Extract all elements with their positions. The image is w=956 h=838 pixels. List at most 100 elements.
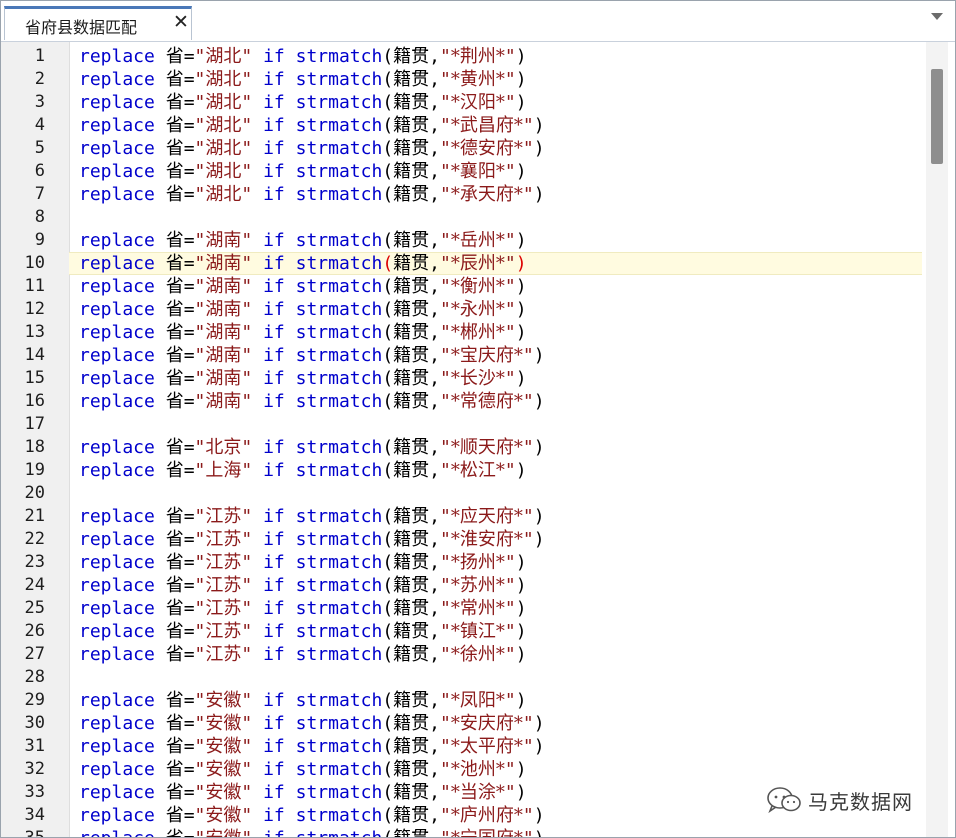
code-token: = — [183, 69, 195, 90]
code-token: 省 — [165, 713, 184, 734]
code-line[interactable]: 20 — [1, 482, 923, 505]
code-punct — [252, 828, 263, 837]
code-text: replace 省="湖南" if strmatch(籍贯,"*长沙*") — [79, 367, 527, 390]
code-token: 省 — [165, 46, 184, 67]
code-punct: ) — [515, 368, 527, 389]
code-punct: " — [194, 184, 206, 205]
code-punct: " — [194, 644, 206, 665]
code-punct: , — [429, 115, 440, 136]
code-text: replace 省="安徽" if strmatch(籍贯,"*池州*") — [79, 758, 527, 781]
code-punct — [252, 276, 263, 297]
code-line[interactable]: 9 replace 省="湖南" if strmatch(籍贯,"*岳州*") — [1, 229, 923, 252]
code-line[interactable]: 11 replace 省="湖南" if strmatch(籍贯,"*衡州*") — [1, 275, 923, 298]
line-number: 17 — [24, 414, 45, 434]
code-line[interactable]: 10 replace 省="湖南" if strmatch(籍贯,"*辰州*") — [1, 252, 923, 275]
tab-script[interactable]: 省府县数据匹配 ✕ — [4, 6, 192, 40]
code-token: 安徽 — [205, 828, 241, 837]
code-token: if — [263, 46, 285, 67]
code-line[interactable]: 4 replace 省="湖北" if strmatch(籍贯,"*武昌府*") — [1, 114, 923, 137]
code-punct: " — [194, 690, 206, 711]
code-punct: " — [440, 782, 451, 803]
code-token: *池州* — [450, 759, 505, 780]
code-line[interactable]: 6 replace 省="湖北" if strmatch(籍贯,"*襄阳*") — [1, 160, 923, 183]
code-punct: " — [195, 828, 206, 837]
code-line[interactable]: 12 replace 省="湖南" if strmatch(籍贯,"*永州*") — [1, 298, 923, 321]
code-punct: , — [429, 46, 440, 67]
code-token: = — [183, 506, 195, 527]
code-line[interactable]: 2 replace 省="湖北" if strmatch(籍贯,"*黄州*") — [1, 68, 923, 91]
code-line[interactable]: 27 replace 省="江苏" if strmatch(籍贯,"*徐州*") — [1, 643, 923, 666]
code-token: replace — [79, 552, 155, 573]
code-text: replace 省="湖南" if strmatch(籍贯,"*永州*") — [79, 298, 527, 321]
code-punct — [285, 391, 296, 412]
code-line[interactable]: 5 replace 省="湖北" if strmatch(籍贯,"*德安府*") — [1, 137, 923, 160]
close-icon[interactable]: ✕ — [173, 12, 189, 32]
code-token: strmatch — [295, 759, 383, 780]
code-punct: " — [440, 92, 451, 113]
code-text: replace 省="湖南" if strmatch(籍贯,"*常德府*") — [79, 390, 545, 413]
code-punct: " — [504, 552, 516, 573]
code-token: 籍贯 — [393, 437, 430, 458]
code-line[interactable]: 14 replace 省="湖南" if strmatch(籍贯,"*宝庆府*") — [1, 344, 923, 367]
code-line[interactable]: 29 replace 省="安徽" if strmatch(籍贯,"*凤阳*") — [1, 689, 923, 712]
code-token: *扬州* — [450, 552, 505, 573]
code-punct: ) — [533, 506, 545, 527]
code-token: *衡州* — [450, 276, 505, 297]
code-punct: ) — [515, 621, 527, 642]
chevron-down-icon[interactable] — [931, 13, 943, 20]
code-line[interactable]: 24 replace 省="江苏" if strmatch(籍贯,"*苏州*") — [1, 574, 923, 597]
code-punct — [285, 759, 296, 780]
code-punct — [252, 391, 263, 412]
code-line[interactable]: 19 replace 省="上海" if strmatch(籍贯,"*松江*") — [1, 459, 923, 482]
code-punct: ( — [382, 46, 394, 67]
code-token: strmatch — [295, 782, 383, 803]
code-token: strmatch — [296, 828, 383, 837]
code-punct: " — [194, 276, 206, 297]
code-line[interactable]: 18 replace 省="北京" if strmatch(籍贯,"*顺天府*") — [1, 436, 923, 459]
code-line[interactable]: 28 — [1, 666, 923, 689]
code-line[interactable]: 1 replace 省="湖北" if strmatch(籍贯,"*荆州*") — [1, 45, 923, 68]
code-token: *凤阳* — [450, 690, 505, 711]
line-number: 23 — [24, 552, 45, 572]
code-line[interactable]: 35replace 省="安徽" if strmatch(籍贯,"*宁国府*") — [1, 827, 923, 837]
code-line[interactable]: 26 replace 省="江苏" if strmatch(籍贯,"*镇江*") — [1, 620, 923, 643]
code-line[interactable]: 17 — [1, 413, 923, 436]
vertical-scrollbar[interactable] — [926, 42, 948, 837]
code-token: = — [183, 230, 195, 251]
code-line[interactable]: 30 replace 省="安徽" if strmatch(籍贯,"*安庆府*") — [1, 712, 923, 735]
code-punct: , — [429, 713, 440, 734]
code-line[interactable]: 31 replace 省="安徽" if strmatch(籍贯,"*太平府*") — [1, 735, 923, 758]
scrollbar-thumb[interactable] — [931, 69, 943, 164]
code-punct — [155, 575, 166, 596]
code-token: replace — [79, 184, 155, 205]
code-token: *辰州* — [450, 253, 505, 274]
code-punct — [155, 276, 166, 297]
code-token: strmatch — [295, 299, 383, 320]
code-punct: , — [429, 230, 440, 251]
code-token: 省 — [165, 598, 184, 619]
code-punct: " — [522, 138, 534, 159]
code-line[interactable]: 25 replace 省="江苏" if strmatch(籍贯,"*常州*") — [1, 597, 923, 620]
code-token: 省 — [165, 253, 184, 274]
code-punct — [252, 322, 263, 343]
line-number: 28 — [24, 667, 45, 687]
code-editor[interactable]: 1 replace 省="湖北" if strmatch(籍贯,"*荆州*") 2 r… — [1, 42, 955, 837]
code-token: 省 — [165, 299, 184, 320]
code-line[interactable]: 16 replace 省="湖南" if strmatch(籍贯,"*常德府*") — [1, 390, 923, 413]
code-punct — [252, 437, 263, 458]
code-punct: , — [429, 598, 440, 619]
code-punct — [285, 713, 296, 734]
code-token: if — [263, 552, 285, 573]
code-line[interactable]: 7 replace 省="湖北" if strmatch(籍贯,"*承天府*") — [1, 183, 923, 206]
code-punct — [252, 138, 263, 159]
code-punct — [252, 621, 263, 642]
code-line[interactable]: 21 replace 省="江苏" if strmatch(籍贯,"*应天府*") — [1, 505, 923, 528]
code-line[interactable]: 3 replace 省="湖北" if strmatch(籍贯,"*汉阳*") — [1, 91, 923, 114]
code-line[interactable]: 22 replace 省="江苏" if strmatch(籍贯,"*淮安府*") — [1, 528, 923, 551]
code-token: 籍贯 — [393, 184, 430, 205]
code-line[interactable]: 32 replace 省="安徽" if strmatch(籍贯,"*池州*") — [1, 758, 923, 781]
code-line[interactable]: 13 replace 省="湖南" if strmatch(籍贯,"*郴州*") — [1, 321, 923, 344]
code-line[interactable]: 8 — [1, 206, 923, 229]
code-line[interactable]: 15 replace 省="湖南" if strmatch(籍贯,"*长沙*") — [1, 367, 923, 390]
code-line[interactable]: 23 replace 省="江苏" if strmatch(籍贯,"*扬州*") — [1, 551, 923, 574]
